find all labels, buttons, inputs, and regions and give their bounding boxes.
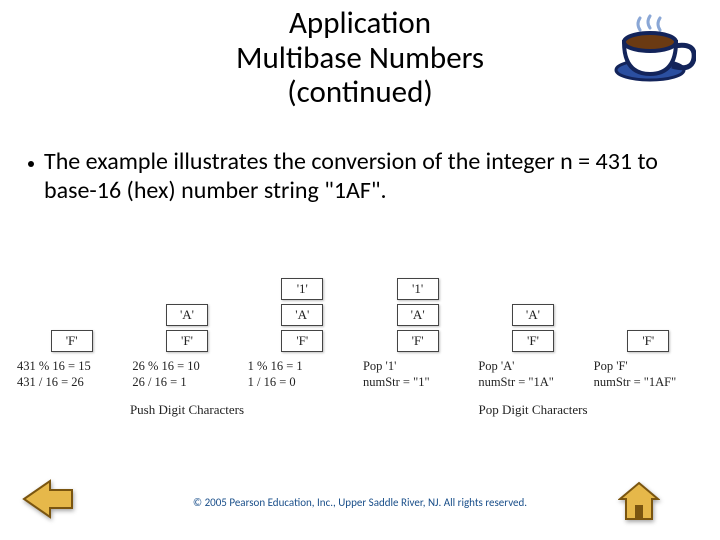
stack-cell: 'F' bbox=[397, 330, 439, 352]
diagram-column: 'A' 'F' 26 % 16 = 10 26 / 16 = 1 bbox=[129, 264, 244, 392]
title-line-1: Application bbox=[289, 4, 431, 42]
stack: 'A' 'F' bbox=[166, 264, 208, 352]
coffee-cup-icon bbox=[610, 12, 696, 90]
diagram-column: 'F' 431 % 16 = 15 431 / 16 = 26 bbox=[14, 264, 129, 392]
bullet-dot-icon bbox=[28, 161, 34, 167]
stack-cell: 'A' bbox=[281, 304, 323, 326]
body-text-area: The example illustrates the conversion o… bbox=[28, 148, 688, 206]
previous-button[interactable] bbox=[22, 477, 74, 526]
stack-cell: 'A' bbox=[166, 304, 208, 326]
calc-text: Pop 'F' numStr = "1AF" bbox=[588, 358, 709, 392]
calc-text: Pop '1' numStr = "1" bbox=[357, 358, 478, 392]
stack-cell: '1' bbox=[281, 278, 323, 300]
home-button[interactable] bbox=[618, 481, 660, 526]
calc-text: 431 % 16 = 15 431 / 16 = 26 bbox=[11, 358, 132, 392]
push-section-label: Push Digit Characters bbox=[14, 402, 360, 418]
stack: 'A' 'F' bbox=[512, 264, 554, 352]
title-line-3: (continued) bbox=[287, 73, 433, 111]
stack-cell: 'F' bbox=[627, 330, 669, 352]
stack-cell: 'F' bbox=[51, 330, 93, 352]
stack-cell: 'F' bbox=[281, 330, 323, 352]
pop-section-label: Pop Digit Characters bbox=[360, 402, 706, 418]
stack-cell: 'A' bbox=[397, 304, 439, 326]
calc-text: Pop 'A' numStr = "1A" bbox=[472, 358, 593, 392]
stack: 'F' bbox=[627, 264, 669, 352]
stack-cell: 'F' bbox=[512, 330, 554, 352]
diagram-column: 'F' Pop 'F' numStr = "1AF" bbox=[591, 264, 706, 392]
diagram-column: '1' 'A' 'F' 1 % 16 = 1 1 / 16 = 0 bbox=[245, 264, 360, 392]
title-line-2: Multibase Numbers bbox=[236, 39, 484, 77]
stack-cell: 'A' bbox=[512, 304, 554, 326]
calc-text: 26 % 16 = 10 26 / 16 = 1 bbox=[126, 358, 247, 392]
copyright-text: © 2005 Pearson Education, Inc., Upper Sa… bbox=[0, 497, 720, 510]
bullet-text: The example illustrates the conversion o… bbox=[44, 148, 688, 206]
diagram-column: 'A' 'F' Pop 'A' numStr = "1A" bbox=[475, 264, 590, 392]
diagram-column: '1' 'A' 'F' Pop '1' numStr = "1" bbox=[360, 264, 475, 392]
stack-cell: '1' bbox=[397, 278, 439, 300]
calc-text: 1 % 16 = 1 1 / 16 = 0 bbox=[242, 358, 363, 392]
stack-cell: 'F' bbox=[166, 330, 208, 352]
stack: '1' 'A' 'F' bbox=[397, 264, 439, 352]
stack: '1' 'A' 'F' bbox=[281, 264, 323, 352]
conversion-diagram: 'F' 431 % 16 = 15 431 / 16 = 26 'A' 'F' 26 %… bbox=[14, 264, 706, 418]
stack: 'F' bbox=[51, 264, 93, 352]
